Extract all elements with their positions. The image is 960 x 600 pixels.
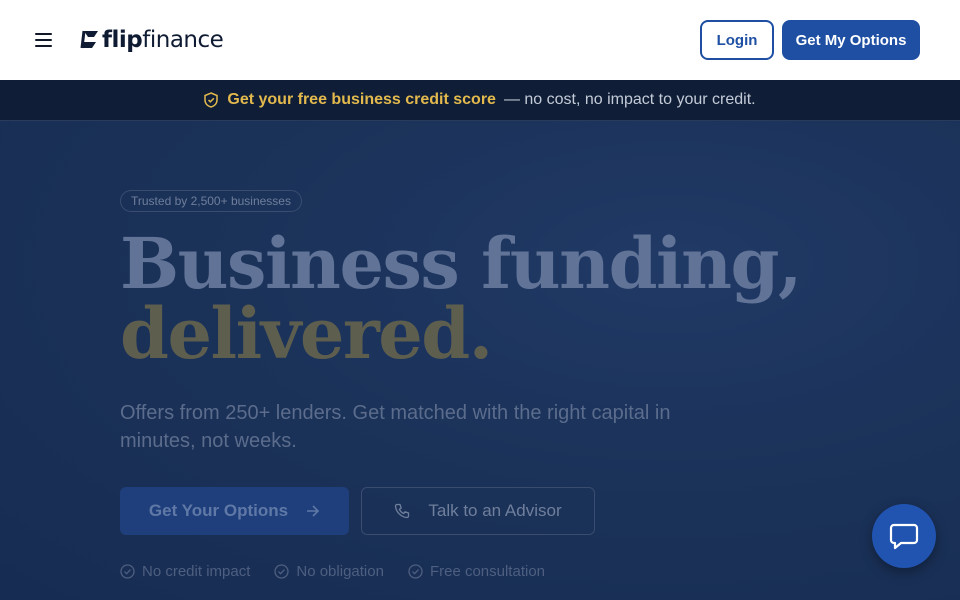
shield-check-icon <box>204 92 219 108</box>
arrow-right-icon <box>307 505 320 517</box>
assurance-item: Free consultation <box>408 563 545 580</box>
logo-wordmark: flipfinance <box>102 27 224 53</box>
secondary-cta-label: Talk to an Advisor <box>428 501 562 520</box>
hero-headline: Business funding, delivered. <box>120 222 802 375</box>
hero-subheadline: Offers from 250+ lenders. Get matched wi… <box>120 402 671 452</box>
get-my-options-button[interactable]: Get My Options <box>782 20 920 60</box>
logo-mark-icon <box>80 30 98 49</box>
headline-line-2: delivered. <box>120 292 493 375</box>
check-circle-icon <box>274 564 290 579</box>
phone-icon <box>395 503 410 519</box>
assurance-item: No credit impact <box>120 563 250 580</box>
promo-highlight: Get your free business credit score <box>227 91 496 108</box>
chat-bubble-icon <box>889 523 919 550</box>
check-circle-icon <box>408 564 423 579</box>
talk-to-advisor-button[interactable]: Talk to an Advisor <box>361 487 595 535</box>
check-circle-icon <box>120 564 135 579</box>
headline-line-1: Business funding, <box>120 222 802 305</box>
chat-launcher-button[interactable] <box>872 504 936 568</box>
assurance-label: Free consultation <box>429 563 546 580</box>
assurance-label: No credit impact <box>142 563 251 580</box>
promo-text: — no cost, no impact to your credit. <box>503 91 756 108</box>
hamburger-menu-icon[interactable] <box>34 31 54 49</box>
top-navbar: flipfinance Login Get My Options <box>0 0 960 80</box>
assurance-label: No obligation <box>296 563 384 580</box>
hero-section: Trusted by 2,500+ businesses Business fu… <box>0 121 960 600</box>
login-button[interactable]: Login <box>700 20 774 60</box>
primary-cta-label: Get Your Options <box>148 501 289 520</box>
assurance-list: No credit impact No obligation Free cons… <box>120 563 545 580</box>
trust-badge: Trusted by 2,500+ businesses <box>120 190 302 212</box>
flipfinance-logo[interactable]: flipfinance <box>80 24 224 56</box>
credit-score-promo-banner[interactable]: Get your free business credit score — no… <box>0 80 960 121</box>
assurance-item: No obligation <box>274 563 384 580</box>
get-your-options-button[interactable]: Get Your Options <box>120 487 349 535</box>
